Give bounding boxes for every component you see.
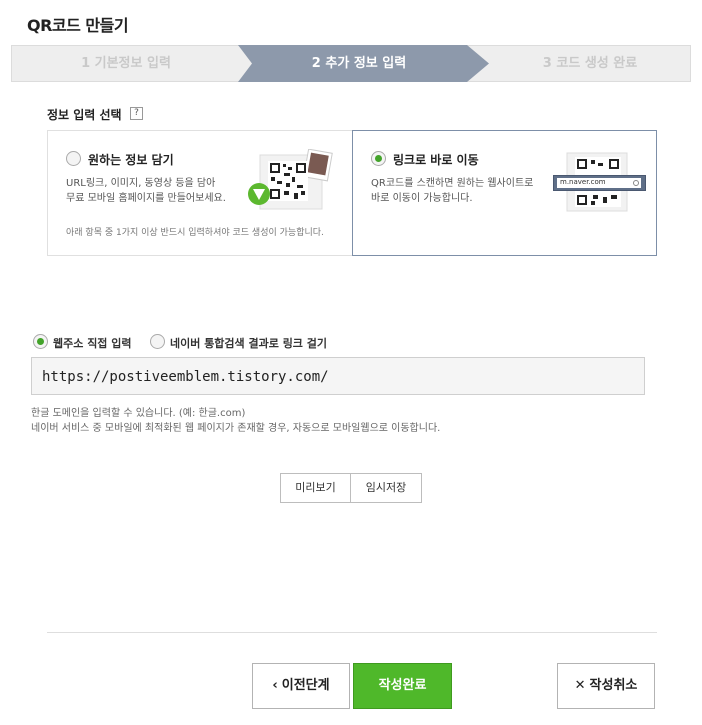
option-info-card[interactable]: 원하는 정보 담기 URL링크, 이미지, 동영상 등을 담아 무료 모바일 홈… [47, 130, 353, 256]
step-basic-info: 1 기본정보 입력 [81, 56, 171, 71]
option-info-desc-line1: URL링크, 이미지, 동영상 등을 담아 [66, 178, 216, 189]
option-link-desc-line1: QR코드를 스캔하면 원하는 웹사이트로 [371, 178, 534, 189]
url-mode-direct[interactable]: 웹주소 직접 입력 [33, 334, 143, 350]
page-title: QR코드 만들기 [27, 16, 129, 35]
option-info-title: 원하는 정보 담기 [88, 153, 174, 167]
option-link-desc: QR코드를 스캔하면 원하는 웹사이트로 바로 이동이 가능합니다. [371, 176, 551, 206]
complete-label: 작성완료 [378, 678, 427, 693]
browser-url-text: m.naver.com [560, 178, 606, 186]
option-link-desc-line2: 바로 이동이 가능합니다. [371, 193, 473, 204]
option-info-note: 아래 항목 중 1가지 이상 반드시 입력하셔야 코드 생성이 가능합니다. [66, 228, 324, 238]
cancel-button[interactable]: ✕ 작성취소 [557, 663, 655, 709]
url-mode-search[interactable]: 네이버 통합검색 결과로 링크 걸기 [150, 334, 340, 350]
help-icon[interactable]: ? [130, 107, 143, 120]
step-additional-info-label: 2 추가 정보 입력 [311, 56, 407, 71]
qr-with-photos-illustration [248, 149, 333, 210]
step-additional-info: 2 추가 정보 입력 [238, 45, 490, 82]
hint-korean-domain: 한글 도메인을 입력할 수 있습니다. (예: 한글.com) [31, 408, 246, 419]
option-info-radio[interactable] [66, 151, 81, 166]
chevron-left-icon: ‹ [272, 678, 278, 693]
close-icon: ✕ [574, 678, 586, 693]
url-mode-search-label: 네이버 통합검색 결과로 링크 걸기 [170, 337, 327, 350]
preview-save-group: 미리보기 임시저장 [280, 473, 422, 503]
divider [47, 632, 657, 633]
hint-mobile-redirect: 네이버 서비스 중 모바일에 최적화된 웹 페이지가 존재할 경우, 자동으로 … [31, 423, 441, 434]
url-mode-search-radio[interactable] [150, 334, 165, 349]
option-info-desc-line2: 무료 모바일 홈페이지를 만들어보세요. [66, 193, 226, 204]
complete-button[interactable]: 작성완료 [353, 663, 452, 709]
option-info-desc: URL링크, 이미지, 동영상 등을 담아 무료 모바일 홈페이지를 만들어보세… [66, 176, 246, 206]
url-mode-direct-radio[interactable] [33, 334, 48, 349]
prev-step-label: 이전단계 [281, 678, 330, 693]
qr-with-browser-illustration: m.naver.com [553, 151, 647, 213]
option-link-title: 링크로 바로 이동 [393, 153, 479, 167]
section-label: 정보 입력 선택 [47, 108, 122, 122]
cancel-label: 작성취소 [589, 678, 638, 693]
url-input[interactable]: https://postiveemblem.tistory.com/ [31, 357, 645, 395]
step-code-complete: 3 코드 생성 완료 [542, 56, 638, 71]
progress-steps: 1 기본정보 입력 2 추가 정보 입력 3 코드 생성 완료 [11, 45, 691, 82]
prev-step-button[interactable]: ‹ 이전단계 [252, 663, 350, 709]
temp-save-button[interactable]: 임시저장 [351, 474, 421, 502]
option-link-radio[interactable] [371, 151, 386, 166]
preview-button[interactable]: 미리보기 [281, 474, 351, 502]
option-link-card[interactable]: 링크로 바로 이동 QR코드를 스캔하면 원하는 웹사이트로 바로 이동이 가능… [352, 130, 657, 256]
url-mode-direct-label: 웹주소 직접 입력 [53, 337, 132, 350]
